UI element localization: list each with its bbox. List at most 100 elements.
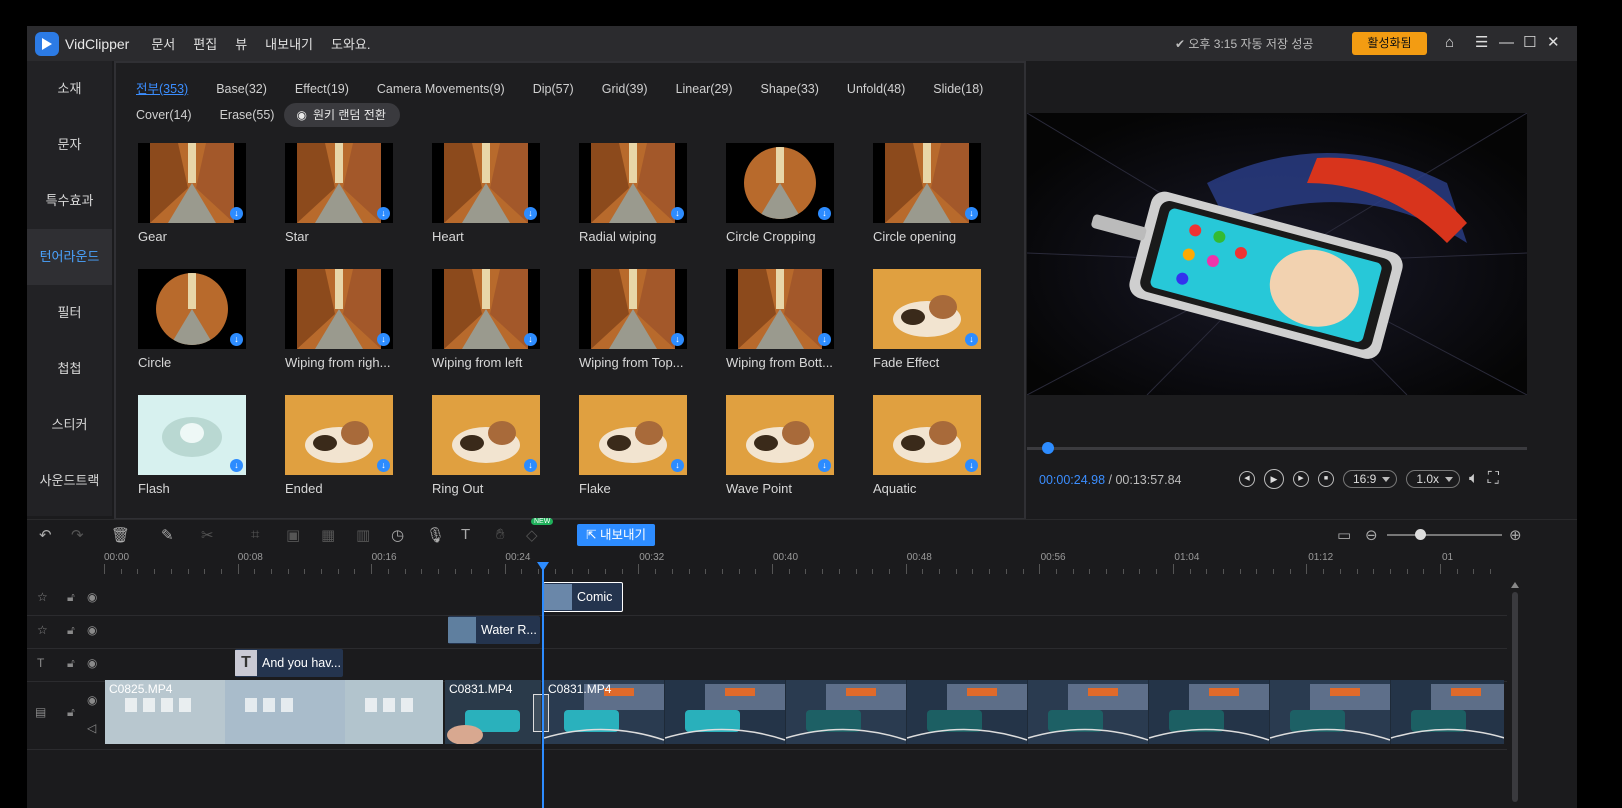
download-icon[interactable]: ↓: [230, 333, 243, 346]
download-icon[interactable]: ↓: [230, 459, 243, 472]
menu-edit[interactable]: 편집: [193, 34, 217, 53]
tab-effect[interactable]: Effect(19): [295, 75, 349, 101]
transition-tile[interactable]: ↓ Wiping from left: [432, 269, 540, 370]
sidebar-item-effects[interactable]: 특수효과: [27, 173, 112, 229]
download-icon[interactable]: ↓: [377, 207, 390, 220]
transition-tile[interactable]: ↓ Wave Point: [726, 395, 834, 496]
zoom-handle[interactable]: [1415, 529, 1426, 540]
transition-tile[interactable]: ↓ Wiping from Top...: [579, 269, 687, 370]
transition-tile[interactable]: ↓ Fade Effect: [873, 269, 981, 370]
lock-icon[interactable]: 🔓︎: [67, 590, 75, 605]
download-icon[interactable]: ↓: [818, 333, 831, 346]
redo-icon[interactable]: ↷: [71, 526, 84, 544]
export-button[interactable]: ⇱ 내보내기: [577, 524, 655, 546]
transition-tile[interactable]: ↓ Wiping from Bott...: [726, 269, 834, 370]
download-icon[interactable]: ↓: [818, 459, 831, 472]
menu-export[interactable]: 내보내기: [265, 34, 313, 53]
menu-file[interactable]: 문서: [151, 34, 175, 53]
visibility-eye-icon[interactable]: ◉: [87, 693, 97, 707]
tab-base[interactable]: Base(32): [216, 75, 267, 101]
sidebar-item-filters[interactable]: 필터: [27, 285, 112, 341]
activate-button[interactable]: 활성화됨: [1352, 32, 1427, 55]
zoom-slider[interactable]: [1387, 529, 1502, 540]
close-icon[interactable]: ✕: [1547, 34, 1560, 52]
download-icon[interactable]: ↓: [524, 207, 537, 220]
sidebar-item-soundtrack[interactable]: 사운드트랙: [27, 453, 112, 509]
tab-camera-movements[interactable]: Camera Movements(9): [377, 75, 505, 101]
transition-tile[interactable]: ↓ Gear: [138, 143, 246, 244]
playhead-line[interactable]: [542, 566, 544, 808]
sidebar-item-stickers[interactable]: 스티커: [27, 397, 112, 453]
transition-tile[interactable]: ↓ Radial wiping: [579, 143, 687, 244]
download-icon[interactable]: ↓: [524, 459, 537, 472]
menu-help[interactable]: 도와요.: [331, 34, 371, 53]
duration-clock-icon[interactable]: ◷: [391, 526, 404, 544]
download-icon[interactable]: ↓: [671, 207, 684, 220]
hand-icon[interactable]: ✋︎: [496, 526, 505, 543]
timeline-ruler[interactable]: 00:00 00:08 00:16 00:24 00:32 00:40 00:48 00:56…: [104, 550, 1504, 574]
zoom-in-icon[interactable]: ⊕: [1509, 526, 1522, 544]
transition-tile[interactable]: ↓ Heart: [432, 143, 540, 244]
hamburger-menu-icon[interactable]: ☰: [1475, 34, 1488, 52]
tag-icon[interactable]: ◇: [526, 526, 538, 544]
sidebar-item-transitions[interactable]: 턴어라운드: [27, 229, 112, 285]
transition-tile[interactable]: ↓ Wiping from righ...: [285, 269, 393, 370]
timeline-scrollbar[interactable]: [1511, 582, 1519, 808]
tab-slide[interactable]: Slide(18): [933, 75, 983, 101]
seek-bar[interactable]: [1027, 442, 1527, 454]
download-icon[interactable]: ↓: [524, 333, 537, 346]
tab-all[interactable]: 전부(353): [136, 75, 188, 101]
next-frame-icon[interactable]: ▶: [1293, 471, 1309, 487]
video-clip-c0831-b[interactable]: C0831.MP4: [544, 680, 1504, 744]
aspect-ratio-select[interactable]: 16:9: [1343, 470, 1398, 488]
transition-tile[interactable]: ↓ Flake: [579, 395, 687, 496]
transition-tile[interactable]: ↓ Aquatic: [873, 395, 981, 496]
text-to-speech-icon[interactable]: T: [461, 526, 470, 543]
visibility-eye-icon[interactable]: ◉: [87, 656, 97, 670]
visibility-eye-icon[interactable]: ◉: [87, 590, 97, 604]
crop-icon[interactable]: ⌗: [251, 526, 259, 543]
zoom-out-icon[interactable]: ⊖: [1365, 526, 1378, 544]
play-icon[interactable]: ▶: [1264, 469, 1284, 489]
playback-speed-select[interactable]: 1.0x: [1406, 470, 1461, 488]
delete-icon[interactable]: 🗑︎: [111, 526, 130, 544]
download-icon[interactable]: ↓: [965, 333, 978, 346]
transition-tile[interactable]: ↓ Circle Cropping: [726, 143, 834, 244]
download-icon[interactable]: ↓: [230, 207, 243, 220]
transition-tile[interactable]: ↓ Circle opening: [873, 143, 981, 244]
transition-marker[interactable]: [533, 694, 549, 732]
tab-shape[interactable]: Shape(33): [761, 75, 819, 101]
video-clip-c0831-a[interactable]: C0831.MP4: [445, 680, 541, 744]
audio-speaker-icon[interactable]: ◁: [87, 721, 96, 735]
download-icon[interactable]: ↓: [671, 459, 684, 472]
fit-timeline-icon[interactable]: ▭: [1337, 526, 1351, 544]
fullscreen-icon[interactable]: ⛶: [1488, 470, 1499, 488]
effect-clip-comic[interactable]: Comic: [543, 582, 623, 612]
split-icon[interactable]: ✂: [201, 526, 214, 544]
download-icon[interactable]: ↓: [377, 459, 390, 472]
transition-tile[interactable]: ↓ Star: [285, 143, 393, 244]
mosaic-icon[interactable]: ▦: [321, 526, 335, 544]
maximize-icon[interactable]: ☐: [1523, 34, 1536, 52]
lock-icon[interactable]: 🔓︎: [67, 705, 75, 720]
tab-cover[interactable]: Cover(14): [136, 101, 192, 127]
visibility-eye-icon[interactable]: ◉: [87, 623, 97, 637]
tab-dip[interactable]: Dip(57): [533, 75, 574, 101]
tab-unfold[interactable]: Unfold(48): [847, 75, 905, 101]
tab-linear[interactable]: Linear(29): [676, 75, 733, 101]
download-icon[interactable]: ↓: [965, 459, 978, 472]
stop-icon[interactable]: ■: [1318, 471, 1334, 487]
prev-frame-icon[interactable]: ◀: [1239, 471, 1255, 487]
edit-icon[interactable]: ✎: [161, 526, 174, 544]
seek-handle[interactable]: [1042, 442, 1054, 454]
download-icon[interactable]: ↓: [965, 207, 978, 220]
home-icon[interactable]: ⌂: [1445, 34, 1454, 52]
download-icon[interactable]: ↓: [377, 333, 390, 346]
transition-tile[interactable]: ↓ Flash: [138, 395, 246, 496]
freeze-icon[interactable]: ▣: [286, 526, 300, 544]
lock-icon[interactable]: 🔓︎: [67, 656, 75, 671]
text-clip[interactable]: T And you hav...: [235, 649, 343, 677]
random-transition-button[interactable]: ◉ 원키 랜덤 전환: [284, 103, 400, 127]
sidebar-item-overlay[interactable]: 첩첩: [27, 341, 112, 397]
transition-tile[interactable]: ↓ Ring Out: [432, 395, 540, 496]
